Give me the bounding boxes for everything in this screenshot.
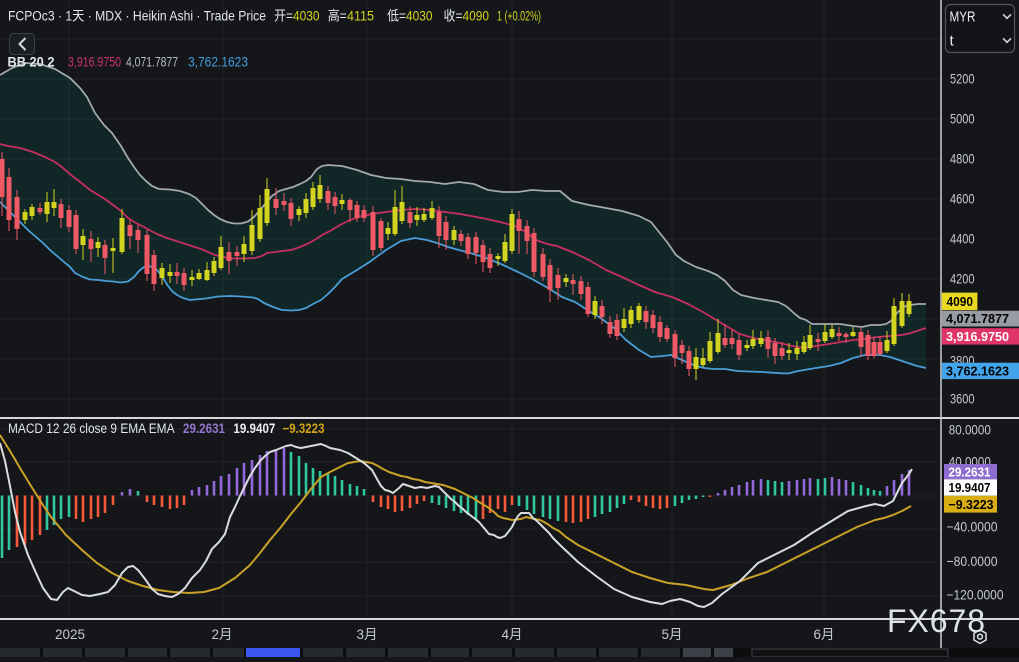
svg-text:−9.3223: −9.3223	[949, 497, 994, 512]
svg-text:4090: 4090	[947, 294, 974, 309]
svg-text:4,071.7877: 4,071.7877	[126, 54, 178, 69]
svg-text:3,916.9750: 3,916.9750	[68, 54, 121, 69]
svg-text:5200: 5200	[950, 71, 975, 87]
svg-text:3,916.9750: 3,916.9750	[946, 329, 1009, 344]
svg-text:低=: 低=	[387, 9, 406, 24]
svg-text:4115: 4115	[347, 9, 374, 24]
svg-text:29.2631: 29.2631	[183, 421, 225, 436]
svg-text:4030: 4030	[293, 9, 320, 24]
svg-text:4090: 4090	[463, 9, 490, 24]
svg-text:−9.3223: −9.3223	[283, 421, 325, 436]
svg-text:3月: 3月	[356, 627, 377, 642]
svg-text:3600: 3600	[950, 391, 975, 407]
svg-text:4,071.7877: 4,071.7877	[946, 311, 1009, 326]
svg-text:19.9407: 19.9407	[949, 480, 991, 495]
svg-text:5000: 5000	[950, 111, 975, 127]
svg-text:−80.0000: −80.0000	[947, 553, 998, 569]
svg-text:3,762.1623: 3,762.1623	[188, 54, 248, 69]
svg-text:5月: 5月	[661, 627, 682, 642]
svg-text:BB 20 2: BB 20 2	[8, 54, 55, 69]
svg-text:MYR: MYR	[950, 9, 976, 26]
svg-text:高=: 高=	[328, 8, 347, 24]
svg-text:FCPOc3 · 1天 · MDX · Heikin Ash: FCPOc3 · 1天 · MDX · Heikin Ashi · Trade …	[8, 9, 266, 24]
svg-text:4800: 4800	[950, 151, 975, 167]
svg-text:3,762.1623: 3,762.1623	[946, 364, 1009, 379]
svg-text:4400: 4400	[950, 231, 975, 247]
svg-text:4030: 4030	[406, 9, 433, 24]
svg-text:29.2631: 29.2631	[949, 464, 991, 479]
svg-text:2月: 2月	[211, 627, 232, 642]
svg-text:4200: 4200	[950, 271, 975, 287]
svg-text:FX678: FX678	[887, 603, 988, 639]
svg-text:开=: 开=	[274, 9, 293, 24]
svg-text:−120.0000: −120.0000	[947, 587, 1004, 603]
svg-text:80.0000: 80.0000	[949, 422, 991, 438]
svg-text:MACD 12 26 close 9 EMA EMA: MACD 12 26 close 9 EMA EMA	[8, 421, 175, 436]
svg-text:1 (+0.02%): 1 (+0.02%)	[497, 9, 541, 24]
svg-text:4600: 4600	[950, 191, 975, 207]
svg-text:19.9407: 19.9407	[233, 421, 275, 436]
svg-text:6月: 6月	[813, 627, 834, 642]
svg-text:−40.0000: −40.0000	[947, 519, 998, 535]
svg-text:2025: 2025	[55, 627, 85, 642]
svg-text:4月: 4月	[501, 627, 522, 642]
svg-text:收=: 收=	[444, 9, 463, 24]
